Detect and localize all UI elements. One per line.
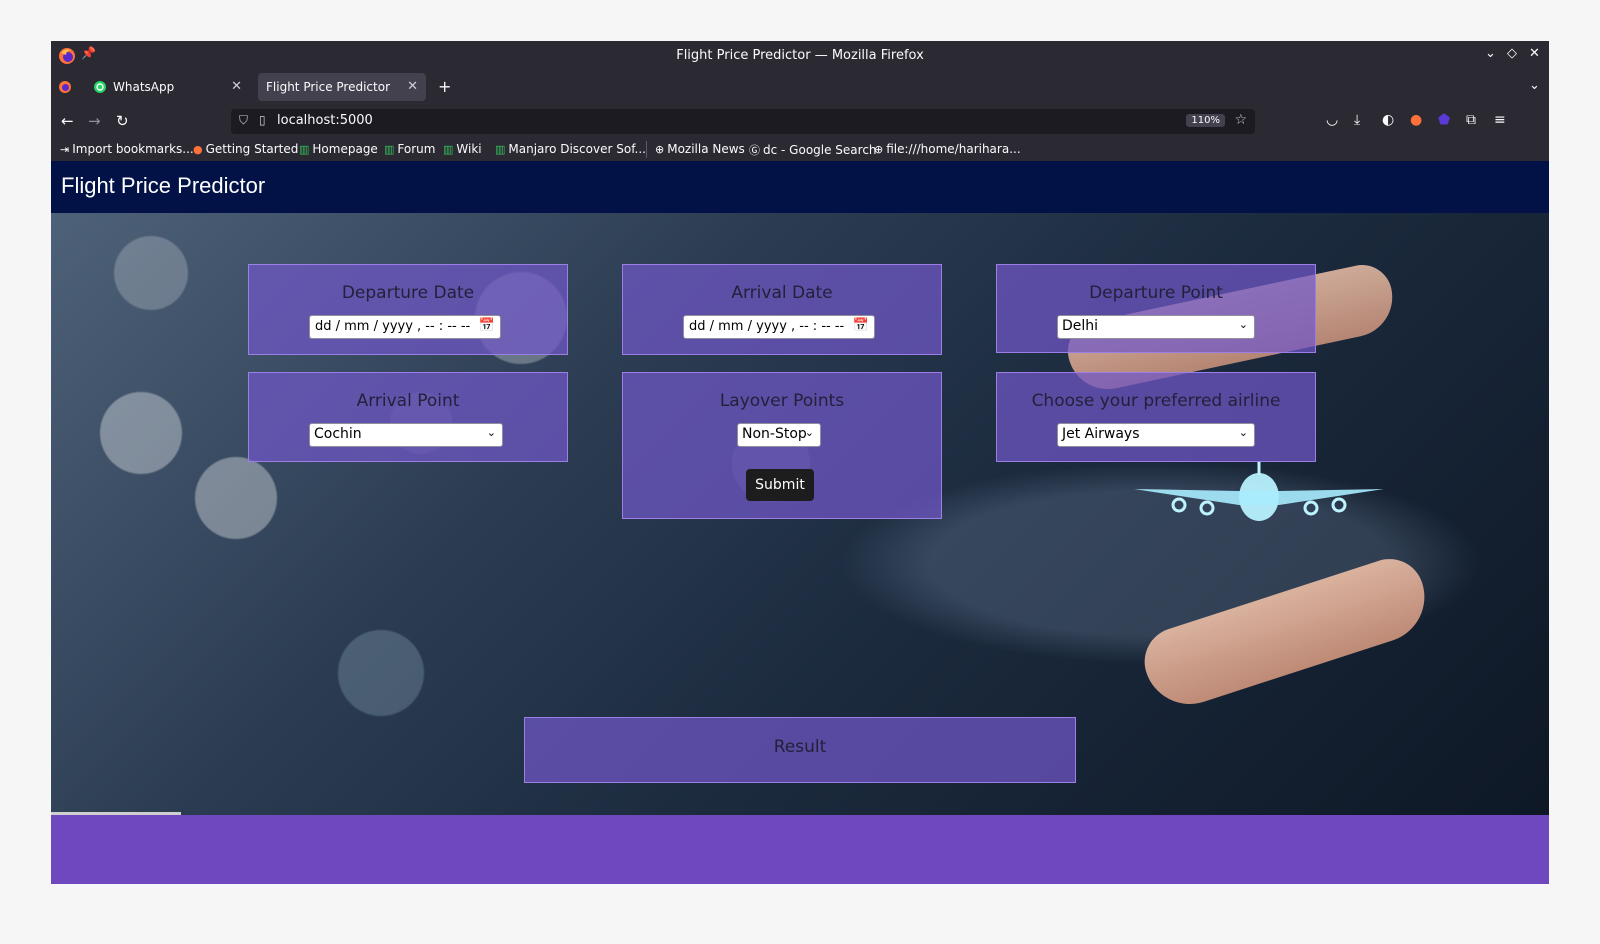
- hero-background: Departure Date dd / mm / yyyy , -- : -- …: [51, 213, 1549, 835]
- forward-icon[interactable]: →: [88, 112, 101, 130]
- bookmark-forum[interactable]: ▥ Forum: [384, 142, 435, 156]
- page-footer: [51, 815, 1549, 884]
- airline-value: Jet Airways: [1062, 426, 1140, 442]
- chevron-down-icon: ⌄: [1238, 426, 1248, 439]
- tab-strip: WhatsApp ✕ Flight Price Predictor ✕ + ⌄: [51, 71, 1549, 105]
- close-tab-icon[interactable]: ✕: [231, 79, 242, 94]
- bookmarks-separator: [646, 141, 647, 158]
- globe-icon: ⊕: [874, 143, 884, 156]
- manjaro-icon: ▥: [384, 143, 395, 156]
- title-bar: 📌 Flight Price Predictor — Mozilla Firef…: [51, 41, 1549, 71]
- extension-icon[interactable]: ◐: [1382, 112, 1394, 128]
- lower-hand-image: [1135, 550, 1437, 716]
- window-title: Flight Price Predictor — Mozilla Firefox: [676, 48, 924, 63]
- airline-label: Choose your preferred airline: [1031, 391, 1281, 411]
- tab-flight-price-predictor[interactable]: Flight Price Predictor ✕: [258, 73, 426, 101]
- bookmark-wiki[interactable]: ▥ Wiki: [443, 142, 482, 156]
- departure-date-label: Departure Date: [341, 283, 475, 303]
- import-icon: ⇥: [60, 143, 70, 156]
- tab-label: Flight Price Predictor: [266, 80, 391, 94]
- layover-points-select[interactable]: Non-Stop ⌄: [737, 423, 821, 447]
- chevron-down-icon: ⌄: [1238, 318, 1248, 331]
- chevron-down-icon: ⌄: [804, 426, 814, 439]
- calendar-icon[interactable]: 📅: [853, 318, 869, 333]
- manjaro-icon: ▥: [443, 143, 454, 156]
- tab-label: WhatsApp: [113, 80, 175, 94]
- bookmark-mozilla-news[interactable]: ⊕ Mozilla News: [655, 142, 745, 156]
- arrival-point-value: Cochin: [314, 426, 362, 442]
- departure-point-label: Departure Point: [1089, 283, 1223, 303]
- zoom-badge[interactable]: 110%: [1186, 114, 1225, 127]
- result-panel: Result: [524, 717, 1076, 783]
- url-text[interactable]: localhost:5000: [277, 113, 373, 128]
- departure-point-select[interactable]: Delhi ⌄: [1057, 315, 1255, 339]
- bookmark-file[interactable]: ⊕ file:///home/harihara...: [874, 142, 1021, 156]
- calendar-icon[interactable]: 📅: [479, 318, 495, 333]
- app-navbar: Flight Price Predictor: [51, 161, 1549, 213]
- page-icon[interactable]: ▯: [259, 113, 266, 127]
- bookmark-homepage[interactable]: ▥ Homepage: [299, 142, 378, 156]
- back-icon[interactable]: ←: [61, 112, 74, 130]
- arrival-date-value: dd / mm / yyyy , -- : -- --: [689, 319, 845, 334]
- manjaro-icon: ▥: [495, 143, 506, 156]
- airplane-icon: [1134, 461, 1384, 521]
- departure-point-panel: Departure Point Delhi ⌄: [996, 264, 1316, 353]
- departure-date-panel: Departure Date dd / mm / yyyy , -- : -- …: [248, 264, 568, 355]
- url-bar[interactable]: ⛉ ▯ localhost:5000 110% ☆: [231, 109, 1255, 134]
- firefox-extension-icon[interactable]: ●: [1410, 112, 1422, 128]
- extensions-icon[interactable]: ⧉: [1466, 112, 1476, 128]
- layover-points-label: Layover Points: [719, 391, 845, 411]
- shield-icon[interactable]: ⛉: [239, 113, 248, 128]
- whatsapp-icon: [94, 81, 106, 93]
- minimize-icon[interactable]: ⌄: [1485, 46, 1496, 61]
- maximize-icon[interactable]: ◇: [1507, 46, 1517, 61]
- page-viewport: Flight Price Predictor Departure Date dd…: [51, 161, 1549, 884]
- pocket-icon[interactable]: ◡: [1326, 112, 1338, 128]
- arrival-date-label: Arrival Date: [731, 283, 833, 303]
- arrival-date-panel: Arrival Date dd / mm / yyyy , -- : -- --…: [622, 264, 942, 355]
- close-tab-icon[interactable]: ✕: [407, 79, 418, 94]
- browser-window: 📌 Flight Price Predictor — Mozilla Firef…: [51, 41, 1549, 884]
- arrival-point-label: Arrival Point: [356, 391, 460, 411]
- bookmark-getting-started[interactable]: ● Getting Started: [193, 142, 298, 156]
- close-icon[interactable]: ✕: [1529, 46, 1540, 61]
- google-icon: Ⓖ: [749, 144, 760, 157]
- manjaro-icon: ▥: [299, 143, 310, 156]
- arrival-date-input[interactable]: dd / mm / yyyy , -- : -- -- 📅: [683, 315, 875, 339]
- app-brand[interactable]: Flight Price Predictor: [61, 173, 265, 199]
- new-tab-button[interactable]: +: [438, 77, 451, 96]
- submit-button[interactable]: Submit: [746, 469, 814, 501]
- firefox-icon: ●: [193, 143, 203, 156]
- proton-extension-icon[interactable]: ⬟: [1438, 112, 1450, 128]
- arrival-point-panel: Arrival Point Cochin ⌄: [248, 372, 568, 462]
- layover-points-panel: Layover Points Non-Stop ⌄ Submit: [622, 372, 942, 519]
- bookmark-manjaro-discover[interactable]: ▥ Manjaro Discover Sof...: [495, 142, 646, 156]
- globe-icon: ⊕: [655, 143, 665, 156]
- downloads-icon[interactable]: ⤓: [1354, 112, 1360, 128]
- tab-whatsapp[interactable]: WhatsApp ✕: [85, 73, 250, 101]
- menu-icon[interactable]: ≡: [1494, 112, 1506, 128]
- layover-points-value: Non-Stop: [742, 426, 807, 442]
- arrival-point-select[interactable]: Cochin ⌄: [309, 423, 503, 447]
- departure-date-input[interactable]: dd / mm / yyyy , -- : -- -- 📅: [309, 315, 501, 339]
- bookmark-google-search[interactable]: Ⓖdc - Google Search: [749, 142, 877, 158]
- airline-panel: Choose your preferred airline Jet Airway…: [996, 372, 1316, 462]
- departure-point-value: Delhi: [1062, 318, 1099, 334]
- bookmarks-bar: ⇥ Import bookmarks... ● Getting Started ▥ H…: [51, 139, 1549, 161]
- firefox-view-icon[interactable]: [58, 80, 72, 94]
- departure-date-value: dd / mm / yyyy , -- : -- --: [315, 319, 471, 334]
- reload-icon[interactable]: ↻: [116, 112, 129, 130]
- airline-select[interactable]: Jet Airways ⌄: [1057, 423, 1255, 447]
- bookmark-import[interactable]: ⇥ Import bookmarks...: [60, 142, 194, 156]
- bookmark-star-icon[interactable]: ☆: [1234, 112, 1247, 128]
- chevron-down-icon: ⌄: [486, 426, 496, 439]
- list-all-tabs-icon[interactable]: ⌄: [1529, 78, 1540, 93]
- navigation-bar: ← → ↻ ⛉ ▯ localhost:5000 110% ☆ ◡ ⤓ ◐ ● …: [51, 105, 1549, 139]
- result-label: Result: [773, 737, 827, 757]
